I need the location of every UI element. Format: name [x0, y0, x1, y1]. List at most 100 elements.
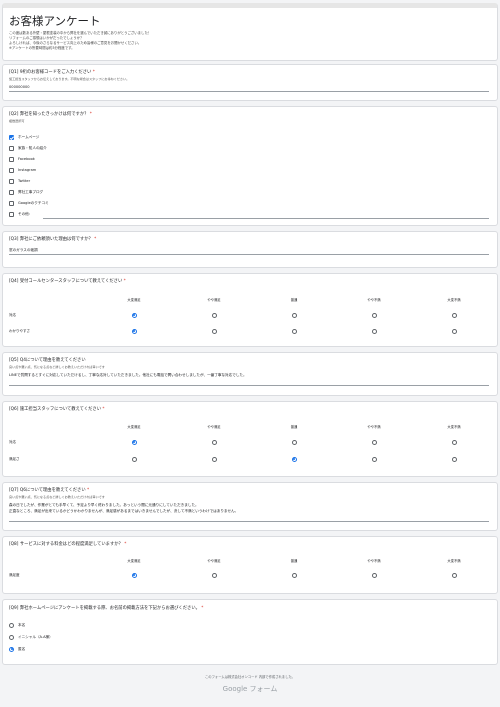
question-title: [Q8] サービスに対する料金はどの程度満足していますか？ *	[9, 542, 127, 547]
question-title: [Q9] 弊社ホームページにアンケートを掲載する際、お名前の掲載方法を下記からお…	[9, 606, 204, 611]
grid-radio[interactable]	[371, 439, 377, 445]
grid-radio[interactable]	[131, 312, 137, 318]
grid-column-header: 大変不満	[447, 559, 461, 563]
option-q9-0[interactable]: 本名	[9, 622, 25, 628]
option-q2-4[interactable]: Twitter	[9, 178, 30, 184]
option-q2-1[interactable]: 家族・知人の紹介	[9, 145, 47, 151]
grid-radio[interactable]	[451, 572, 457, 578]
grid-row-label: 満足度	[9, 572, 20, 577]
option-label: 家族・知人の紹介	[18, 145, 47, 150]
option-label: ホームページ	[18, 134, 40, 139]
grid-radio[interactable]	[451, 312, 457, 318]
option-q2-5[interactable]: 弊社工事ブログ	[9, 189, 43, 195]
grid-radio[interactable]	[291, 312, 297, 318]
option-label: 弊社工事ブログ	[18, 189, 44, 194]
grid-column-header: やや満足	[207, 559, 221, 563]
option-label: Facebook	[18, 157, 35, 161]
grid-radio[interactable]	[371, 456, 377, 462]
checkbox[interactable]	[9, 211, 14, 217]
grid-column-header: 大変満足	[127, 298, 141, 302]
grid-radio[interactable]	[291, 572, 297, 578]
grid-radio[interactable]	[371, 328, 377, 334]
radio-button[interactable]	[9, 622, 14, 628]
grid-column-header: やや不満	[367, 559, 381, 563]
option-q2-2[interactable]: Facebook	[9, 156, 35, 162]
question-title: [Q6] 施工担当スタッフについて教えてください *	[9, 407, 105, 412]
question-title: [Q5] Q4について理由を教えてください	[9, 358, 86, 363]
grid-column-header: 普通	[290, 298, 298, 302]
grid-radio[interactable]	[291, 328, 297, 334]
grid-radio[interactable]	[211, 439, 217, 445]
customer-code-input[interactable]: 000000000	[9, 85, 491, 91]
q7-answer-line-2[interactable]: 正直なところ、満足が出来ているかどうかわかりませんが、満足感があるまではいきませ…	[9, 509, 491, 515]
footer-note: このフォームは株式会社オンコード 内部で作成されました。	[205, 675, 295, 679]
option-q2-7[interactable]: その他:	[9, 211, 30, 217]
grid-radio[interactable]	[371, 312, 377, 318]
grid-radio[interactable]	[131, 328, 137, 334]
other-input-underline[interactable]	[43, 218, 489, 219]
grid-radio[interactable]	[451, 328, 457, 334]
option-q2-0[interactable]: ホームページ	[9, 134, 39, 140]
grid-radio[interactable]	[211, 572, 217, 578]
option-label: 本名	[18, 622, 26, 627]
question-title: [Q4] 受付コールセンタースタッフについて教えてください *	[9, 279, 126, 284]
grid-radio[interactable]	[451, 456, 457, 462]
question-card-q6: [Q6] 施工担当スタッフについて教えてください * 大変満足 やや満足 普通 やや不…	[2, 401, 498, 477]
input-underline	[9, 521, 489, 522]
google-forms-logo[interactable]: Google フォーム	[0, 684, 500, 694]
grid-column-header: 大変不満	[447, 298, 461, 302]
option-label: Googleのクチコミ	[18, 200, 49, 205]
q7-answer-line-1[interactable]: 森の日でしたが、作業がとても手早くて、予定より早く終わりました。あっという間に元…	[9, 503, 491, 509]
grid-radio[interactable]	[131, 456, 137, 462]
radio-button[interactable]	[9, 646, 14, 652]
input-underline	[9, 254, 489, 255]
input-underline	[9, 385, 489, 386]
question-card-q3: [Q3] 弊社にご依頼頂いた理由は何ですか？ * 窓のガラスの破損	[2, 231, 498, 268]
grid-radio[interactable]	[211, 456, 217, 462]
q5-answer-input[interactable]: LINEで質問するとすぐに対応していただけるし、丁寧な応対していただきました。他…	[9, 373, 491, 379]
form-intro-line-4: ※アンケートの所要時間は約3分程度です。	[9, 46, 75, 50]
question-card-q4: [Q4] 受付コールセンタースタッフについて教えてください * 大変満足 やや満足…	[2, 273, 498, 347]
question-card-q8: [Q8] サービスに対する料金はどの程度満足していますか？ * 大変満足 やや満足…	[2, 536, 498, 594]
grid-radio[interactable]	[451, 439, 457, 445]
option-q2-3[interactable]: Instagram	[9, 167, 36, 173]
option-label: 匿名	[18, 646, 26, 651]
checkbox[interactable]	[9, 189, 14, 195]
grid-radio[interactable]	[371, 572, 377, 578]
form-header-card: お客様アンケート この度は数ある外壁・屋根塗装の中から弊社を選んでいただき誠にあ…	[2, 3, 498, 61]
grid-column-header: やや満足	[207, 298, 221, 302]
reason-input[interactable]: 窓のガラスの破損	[9, 248, 491, 254]
grid-radio[interactable]	[211, 328, 217, 334]
grid-radio[interactable]	[131, 439, 137, 445]
grid-radio[interactable]	[131, 572, 137, 578]
option-label: Twitter	[18, 179, 31, 183]
grid-row-label: 対応	[9, 439, 16, 444]
checkbox[interactable]	[9, 134, 14, 140]
question-hint: 良い点や悪い点、気になる点など詳しくお教えいただければ幸いです	[9, 495, 105, 499]
radio-button[interactable]	[9, 634, 14, 640]
grid-column-header: 大変満足	[127, 425, 141, 429]
grid-radio[interactable]	[291, 456, 297, 462]
grid-column-header: 普通	[290, 559, 298, 563]
grid-column-header: 普通	[290, 425, 298, 429]
grid-column-header: やや満足	[207, 425, 221, 429]
question-card-q5: [Q5] Q4について理由を教えてください 良い点や悪い点、気になる点など詳しく…	[2, 352, 498, 396]
checkbox[interactable]	[9, 200, 14, 206]
question-card-q7: [Q7] Q6について理由を教えてください * 良い点や悪い点、気になる点など詳…	[2, 482, 498, 531]
input-underline	[9, 91, 489, 92]
grid-row-label: 満足さ	[9, 456, 20, 461]
question-card-q9: [Q9] 弊社ホームページにアンケートを掲載する際、お名前の掲載方法を下記からお…	[2, 599, 498, 665]
question-title: [Q3] 弊社にご依頼頂いた理由は何ですか？ *	[9, 237, 97, 242]
grid-row-label: わかりやすさ	[9, 328, 30, 333]
checkbox[interactable]	[9, 178, 14, 184]
grid-column-header: 大変満足	[127, 559, 141, 563]
option-q9-1[interactable]: イニシャル（A.A様）	[9, 634, 53, 640]
grid-radio[interactable]	[211, 312, 217, 318]
checkbox[interactable]	[9, 156, 14, 162]
option-q2-6[interactable]: Googleのクチコミ	[9, 200, 49, 206]
checkbox[interactable]	[9, 145, 14, 151]
option-q9-2[interactable]: 匿名	[9, 646, 25, 652]
checkbox[interactable]	[9, 167, 14, 173]
grid-radio[interactable]	[291, 439, 297, 445]
question-title: [Q1] 9桁のお客様コードをご入力ください *	[9, 70, 95, 75]
